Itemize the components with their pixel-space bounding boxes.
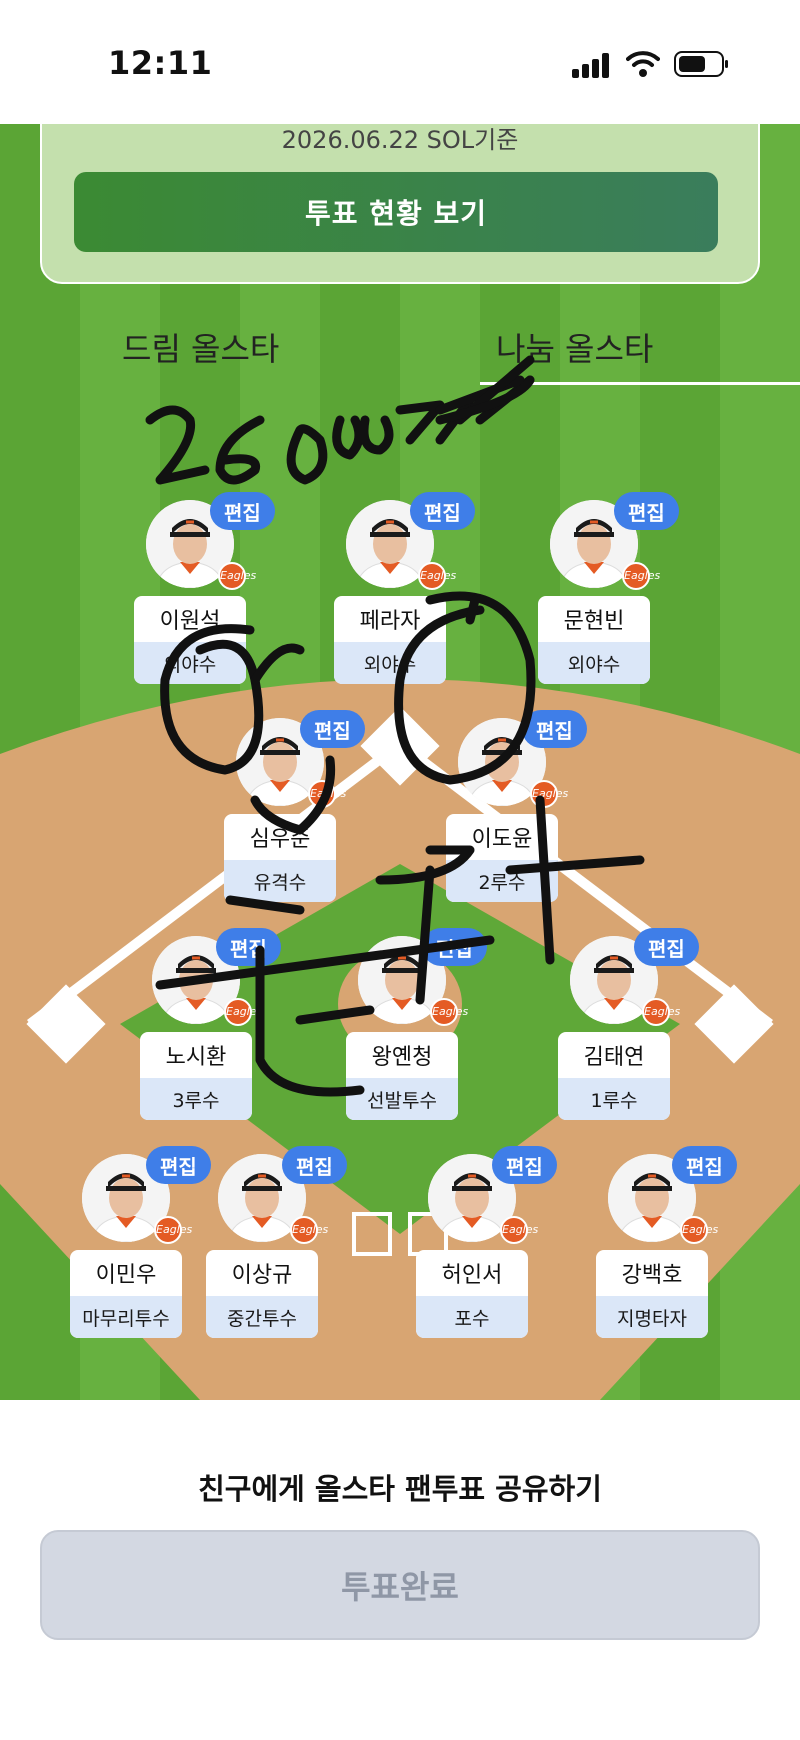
team-logo-icon: Eagles [430,998,468,1026]
player-name: 노시환 [165,1045,227,1070]
team-logo-icon: Eagles [500,1216,538,1244]
player-position: 중간투수 [206,1296,318,1338]
edit-button[interactable]: 편집 [492,1146,557,1184]
player-name: 이민우 [95,1263,157,1288]
team-logo-icon: Eagles [224,998,262,1026]
player-position: 지명타자 [596,1296,708,1338]
player-position: 선발투수 [346,1078,458,1120]
vote-complete-button[interactable]: 투표완료 [40,1530,760,1640]
player-label-card: 김태연 1루수 [558,1032,670,1120]
player-label-card: 이원석 외야수 [134,596,246,684]
player-slot[interactable]: 편집 Eagles 페라자 외야수 [300,492,480,700]
player-name: 이상규 [231,1263,293,1288]
team-logo-icon: Eagles [218,562,256,590]
team-logo-icon: Eagles [642,998,680,1026]
player-slot[interactable]: 편집 Eagles 심우준 유격수 [190,710,370,918]
player-position: 2루수 [446,860,558,902]
player-label-card: 이상규 중간투수 [206,1250,318,1338]
player-name: 허인서 [441,1263,503,1288]
player-slot[interactable]: 편집 Eagles 김태연 1루수 [524,928,704,1136]
edit-button[interactable]: 편집 [614,492,679,530]
player-label-card: 노시환 3루수 [140,1032,252,1120]
player-name: 강백호 [621,1263,683,1288]
player-slot[interactable]: 편집 Eagles 허인서 포수 [382,1146,562,1354]
player-label-card: 이도윤 2루수 [446,814,558,902]
player-position: 3루수 [140,1078,252,1120]
team-logo-icon: Eagles [622,562,660,590]
edit-button[interactable]: 편집 [422,928,487,966]
player-label-card: 페라자 외야수 [334,596,446,684]
edit-button[interactable]: 편집 [634,928,699,966]
player-label-card: 심우준 유격수 [224,814,336,902]
edit-button[interactable]: 편집 [300,710,365,748]
player-position: 마무리투수 [70,1296,182,1338]
player-name: 김태연 [583,1045,645,1070]
player-slot[interactable]: 편집 Eagles 노시환 3루수 [106,928,286,1136]
player-name: 왕옌청 [371,1045,433,1070]
player-position: 1루수 [558,1078,670,1120]
tab-nanum-allstar[interactable]: 나눔 올스타 [496,324,653,370]
wifi-icon [626,51,660,77]
edit-button[interactable]: 편집 [410,492,475,530]
player-label-card: 문현빈 외야수 [538,596,650,684]
edit-button[interactable]: 편집 [282,1146,347,1184]
cellular-signal-icon [572,52,612,78]
share-allstar-vote-link[interactable]: 친구에게 올스타 팬투표 공유하기 [0,1466,800,1508]
player-slot[interactable]: 편집 Eagles 강백호 지명타자 [562,1146,742,1354]
player-position: 외야수 [134,642,246,684]
vote-date-text: 2026.06.22 SOL기준 [281,126,519,154]
player-label-card: 이민우 마무리투수 [70,1250,182,1338]
team-logo-icon: Eagles [418,562,456,590]
status-time: 12:11 [108,44,213,82]
team-logo-icon: Eagles [530,780,568,808]
player-label-card: 강백호 지명타자 [596,1250,708,1338]
tab-active-underline [480,382,800,385]
player-slot[interactable]: 편집 Eagles 이도윤 2루수 [412,710,592,918]
player-slot[interactable]: 편집 Eagles 문현빈 외야수 [504,492,684,700]
player-slot[interactable]: 편집 Eagles 왕옌청 선발투수 [312,928,492,1136]
player-name: 이도윤 [471,827,533,852]
player-position: 외야수 [538,642,650,684]
player-position: 유격수 [224,860,336,902]
player-position: 외야수 [334,642,446,684]
player-name: 문현빈 [563,609,625,634]
player-slot[interactable]: 편집 Eagles 이원석 외야수 [100,492,280,700]
player-label-card: 왕옌청 선발투수 [346,1032,458,1120]
player-position: 포수 [416,1296,528,1338]
edit-button[interactable]: 편집 [672,1146,737,1184]
player-name: 페라자 [359,609,421,634]
player-name: 심우준 [249,827,311,852]
tab-dream-allstar[interactable]: 드림 올스타 [122,324,279,370]
vote-status-button[interactable]: 투표 현황 보기 [74,172,718,252]
edit-button[interactable]: 편집 [210,492,275,530]
team-logo-icon: Eagles [290,1216,328,1244]
team-logo-icon: Eagles [680,1216,718,1244]
status-bar: 12:11 [0,0,800,124]
battery-icon [674,51,728,77]
edit-button[interactable]: 편집 [522,710,587,748]
team-logo-icon: Eagles [308,780,346,808]
player-slot[interactable]: 편집 Eagles 이상규 중간투수 [172,1146,352,1354]
player-label-card: 허인서 포수 [416,1250,528,1338]
edit-button[interactable]: 편집 [216,928,281,966]
player-name: 이원석 [159,609,221,634]
